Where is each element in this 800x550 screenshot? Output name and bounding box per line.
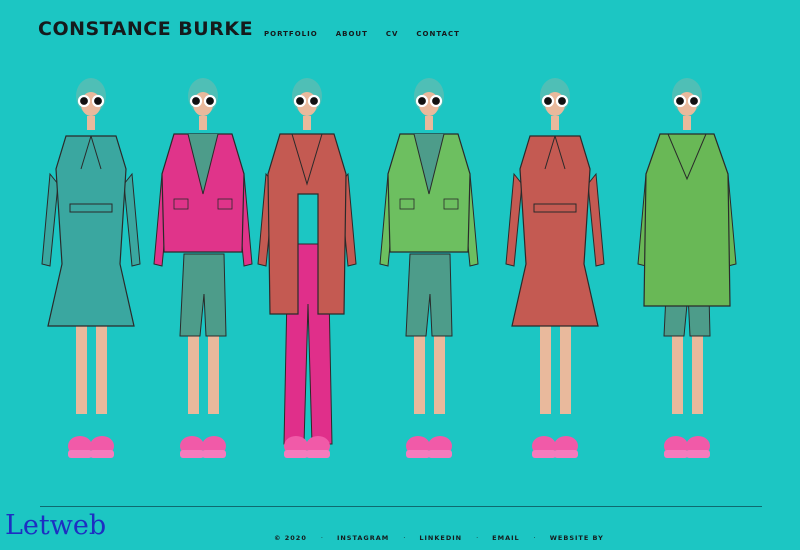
footer-separator: · — [403, 534, 406, 542]
footer-separator: · — [533, 534, 536, 542]
footer-website-by[interactable]: WEBSITE BY — [550, 534, 604, 542]
fashion-illustration[interactable] — [36, 74, 146, 474]
footer-separator: · — [320, 534, 323, 542]
footer-divider — [40, 506, 762, 507]
letweb-watermark: Letweb — [5, 510, 107, 541]
fashion-illustration[interactable] — [374, 74, 484, 474]
footer-separator: · — [476, 534, 479, 542]
footer-copyright: © 2020 — [274, 534, 307, 542]
fashion-illustration[interactable] — [632, 74, 742, 474]
footer-instagram[interactable]: INSTAGRAM — [337, 534, 389, 542]
fashion-illustration[interactable] — [252, 74, 362, 474]
footer-email[interactable]: EMAIL — [492, 534, 520, 542]
fashion-illustration[interactable] — [148, 74, 258, 474]
fashion-illustration[interactable] — [500, 74, 610, 474]
footer: © 2020 · INSTAGRAM · LINKEDIN · EMAIL · … — [274, 534, 604, 542]
footer-linkedin[interactable]: LINKEDIN — [419, 534, 462, 542]
fashion-gallery — [0, 0, 800, 550]
